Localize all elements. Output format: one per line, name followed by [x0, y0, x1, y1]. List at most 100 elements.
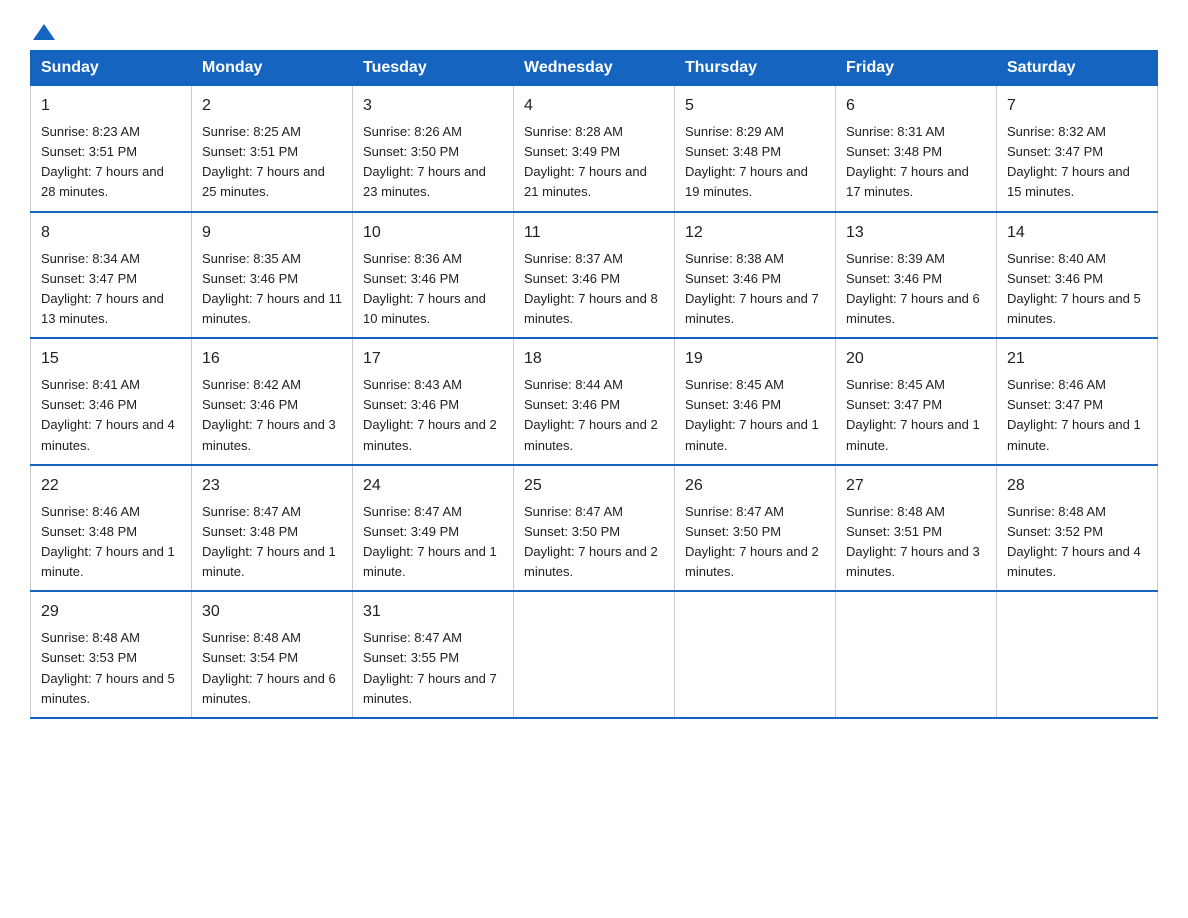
day-number: 5: [685, 94, 825, 118]
day-daylight: Daylight: 7 hours and 6 minutes.: [846, 291, 980, 326]
day-sunset: Sunset: 3:46 PM: [524, 397, 620, 412]
day-daylight: Daylight: 7 hours and 10 minutes.: [363, 291, 486, 326]
calendar-table: SundayMondayTuesdayWednesdayThursdayFrid…: [30, 50, 1158, 719]
day-sunset: Sunset: 3:46 PM: [202, 271, 298, 286]
day-daylight: Daylight: 7 hours and 1 minute.: [846, 417, 980, 452]
day-sunrise: Sunrise: 8:38 AM: [685, 251, 784, 266]
calendar-header-row: SundayMondayTuesdayWednesdayThursdayFrid…: [31, 51, 1158, 86]
calendar-week-row: 1Sunrise: 8:23 AMSunset: 3:51 PMDaylight…: [31, 86, 1158, 212]
day-number: 21: [1007, 347, 1147, 371]
day-number: 11: [524, 221, 664, 245]
calendar-cell: 8 Sunrise: 8:34 AM Sunset: 3:47 PM Daylight…: [31, 212, 192, 339]
day-daylight: Daylight: 7 hours and 23 minutes.: [363, 164, 486, 199]
day-sunset: Sunset: 3:46 PM: [685, 397, 781, 412]
day-sunset: Sunset: 3:53 PM: [41, 650, 137, 665]
day-sunset: Sunset: 3:49 PM: [363, 524, 459, 539]
day-sunrise: Sunrise: 8:43 AM: [363, 377, 462, 392]
day-sunset: Sunset: 3:48 PM: [41, 524, 137, 539]
calendar-cell: 14Sunrise: 8:40 AMSunset: 3:46 PMDayligh…: [997, 212, 1158, 339]
day-daylight: Daylight: 7 hours and 4 minutes.: [41, 417, 175, 452]
calendar-cell: [997, 591, 1158, 718]
day-sunset: Sunset: 3:46 PM: [363, 397, 459, 412]
day-daylight: Daylight: 7 hours and 5 minutes.: [1007, 291, 1141, 326]
day-daylight: Daylight: 7 hours and 6 minutes.: [202, 671, 336, 706]
day-sunrise: Sunrise: 8:46 AM: [1007, 377, 1106, 392]
day-sunset: Sunset: 3:46 PM: [524, 271, 620, 286]
day-sunrise: Sunrise: 8:34 AM: [41, 251, 140, 266]
day-sunset: Sunset: 3:47 PM: [846, 397, 942, 412]
day-sunrise: Sunrise: 8:47 AM: [363, 630, 462, 645]
day-sunset: Sunset: 3:47 PM: [41, 271, 137, 286]
calendar-cell: [514, 591, 675, 718]
day-sunrise: Sunrise: 8:47 AM: [685, 504, 784, 519]
day-daylight: Daylight: 7 hours and 2 minutes.: [524, 544, 658, 579]
day-number: 20: [846, 347, 986, 371]
day-sunrise: Sunrise: 8:29 AM: [685, 124, 784, 139]
day-daylight: Daylight: 7 hours and 19 minutes.: [685, 164, 808, 199]
day-daylight: Daylight: 7 hours and 7 minutes.: [685, 291, 819, 326]
calendar-cell: 18Sunrise: 8:44 AMSunset: 3:46 PMDayligh…: [514, 338, 675, 465]
day-daylight: Daylight: 7 hours and 13 minutes.: [41, 291, 164, 326]
calendar-cell: 31 Sunrise: 8:47 AM Sunset: 3:55 PM Dayligh…: [353, 591, 514, 718]
day-number: 25: [524, 474, 664, 498]
calendar-cell: 9 Sunrise: 8:35 AM Sunset: 3:46 PM Daylight…: [192, 212, 353, 339]
day-number: 8: [41, 221, 181, 245]
day-daylight: Daylight: 7 hours and 2 minutes.: [524, 417, 658, 452]
col-header-saturday: Saturday: [997, 51, 1158, 86]
day-number: 15: [41, 347, 181, 371]
col-header-sunday: Sunday: [31, 51, 192, 86]
day-sunset: Sunset: 3:52 PM: [1007, 524, 1103, 539]
day-number: 19: [685, 347, 825, 371]
day-sunset: Sunset: 3:48 PM: [202, 524, 298, 539]
day-number: 31: [363, 600, 503, 624]
day-number: 14: [1007, 221, 1147, 245]
calendar-week-row: 8 Sunrise: 8:34 AM Sunset: 3:47 PM Daylight…: [31, 212, 1158, 339]
day-sunrise: Sunrise: 8:48 AM: [202, 630, 301, 645]
day-sunset: Sunset: 3:51 PM: [202, 144, 298, 159]
day-daylight: Daylight: 7 hours and 21 minutes.: [524, 164, 647, 199]
day-sunrise: Sunrise: 8:37 AM: [524, 251, 623, 266]
day-number: 10: [363, 221, 503, 245]
day-daylight: Daylight: 7 hours and 1 minute.: [41, 544, 175, 579]
day-sunrise: Sunrise: 8:48 AM: [846, 504, 945, 519]
day-sunset: Sunset: 3:49 PM: [524, 144, 620, 159]
day-number: 22: [41, 474, 181, 498]
day-sunrise: Sunrise: 8:47 AM: [363, 504, 462, 519]
day-daylight: Daylight: 7 hours and 2 minutes.: [363, 417, 497, 452]
col-header-wednesday: Wednesday: [514, 51, 675, 86]
day-sunrise: Sunrise: 8:47 AM: [202, 504, 301, 519]
day-sunset: Sunset: 3:46 PM: [202, 397, 298, 412]
day-daylight: Daylight: 7 hours and 7 minutes.: [363, 671, 497, 706]
day-sunset: Sunset: 3:54 PM: [202, 650, 298, 665]
day-sunrise: Sunrise: 8:45 AM: [846, 377, 945, 392]
day-sunrise: Sunrise: 8:23 AM: [41, 124, 140, 139]
calendar-cell: 22 Sunrise: 8:46 AM Sunset: 3:48 PM Dayligh…: [31, 465, 192, 592]
day-daylight: Daylight: 7 hours and 15 minutes.: [1007, 164, 1130, 199]
calendar-week-row: 15Sunrise: 8:41 AMSunset: 3:46 PMDayligh…: [31, 338, 1158, 465]
day-sunset: Sunset: 3:46 PM: [363, 271, 459, 286]
day-number: 23: [202, 474, 342, 498]
day-sunset: Sunset: 3:46 PM: [41, 397, 137, 412]
logo-triangle-icon: [33, 22, 55, 42]
day-number: 30: [202, 600, 342, 624]
day-daylight: Daylight: 7 hours and 1 minute.: [685, 417, 819, 452]
day-daylight: Daylight: 7 hours and 3 minutes.: [202, 417, 336, 452]
day-number: 3: [363, 94, 503, 118]
day-sunrise: Sunrise: 8:35 AM: [202, 251, 301, 266]
day-number: 7: [1007, 94, 1147, 118]
day-sunset: Sunset: 3:55 PM: [363, 650, 459, 665]
day-sunrise: Sunrise: 8:46 AM: [41, 504, 140, 519]
day-number: 24: [363, 474, 503, 498]
day-daylight: Daylight: 7 hours and 5 minutes.: [41, 671, 175, 706]
calendar-cell: 29Sunrise: 8:48 AMSunset: 3:53 PMDayligh…: [31, 591, 192, 718]
day-daylight: Daylight: 7 hours and 11 minutes.: [202, 291, 342, 326]
calendar-cell: 13Sunrise: 8:39 AMSunset: 3:46 PMDayligh…: [836, 212, 997, 339]
day-number: 9: [202, 221, 342, 245]
day-sunrise: Sunrise: 8:44 AM: [524, 377, 623, 392]
day-sunrise: Sunrise: 8:26 AM: [363, 124, 462, 139]
day-sunset: Sunset: 3:50 PM: [524, 524, 620, 539]
calendar-cell: 1Sunrise: 8:23 AMSunset: 3:51 PMDaylight…: [31, 86, 192, 212]
day-sunset: Sunset: 3:51 PM: [41, 144, 137, 159]
calendar-cell: 25Sunrise: 8:47 AMSunset: 3:50 PMDayligh…: [514, 465, 675, 592]
calendar-cell: 19Sunrise: 8:45 AMSunset: 3:46 PMDayligh…: [675, 338, 836, 465]
